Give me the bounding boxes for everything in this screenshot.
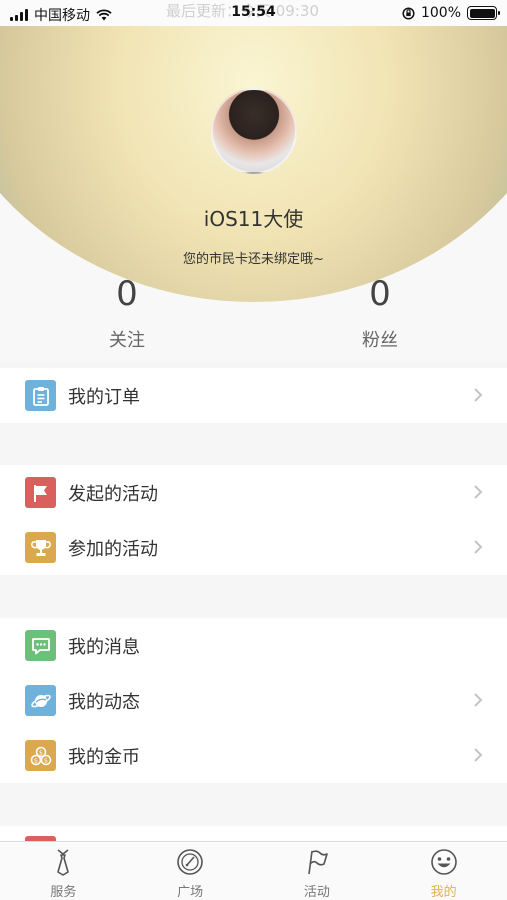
follow-stat[interactable]: 0 关注 <box>57 272 197 352</box>
chevron-right-icon <box>474 388 483 402</box>
smiley-icon <box>430 849 457 875</box>
svg-text:$: $ <box>33 756 37 764</box>
menu-label-launched: 发起的活动 <box>68 483 158 505</box>
battery-percent: 100% <box>420 5 461 21</box>
planet-icon <box>25 685 56 716</box>
tab-label-mine: 我的 <box>430 885 457 900</box>
tab-square[interactable]: 广场 <box>127 842 254 900</box>
trophy-icon <box>25 532 56 563</box>
menu-item-feed[interactable]: 我的动态 <box>0 673 507 728</box>
menu-item-launched-activities[interactable]: 发起的活动 <box>0 465 507 520</box>
fans-count: 0 <box>369 274 391 314</box>
menu-label-orders: 我的订单 <box>68 386 140 408</box>
orientation-lock-icon <box>402 6 415 20</box>
tab-mine[interactable]: 我的 <box>380 842 507 900</box>
menu-label-feed: 我的动态 <box>68 691 140 713</box>
menu-group-personal: 我的消息 我的动态 $ $ $ 我的金币 <box>0 618 507 783</box>
status-right: 100% <box>402 5 500 21</box>
menu-item-joined-activities[interactable]: 参加的活动 <box>0 520 507 575</box>
coins-icon: $ $ $ <box>25 740 56 771</box>
tie-icon <box>57 849 70 876</box>
menu-item-coins[interactable]: $ $ $ 我的金币 <box>0 728 507 783</box>
clipboard-icon <box>25 380 56 411</box>
status-bar: 中国移动 最后更新：今天 09:30 15:54 100% <box>0 0 507 26</box>
menu-label-joined: 参加的活动 <box>68 538 158 560</box>
menu-group-orders: 我的订单 <box>0 368 507 423</box>
svg-text:$: $ <box>43 756 47 764</box>
tab-label-square: 广场 <box>177 885 204 900</box>
tab-activity[interactable]: 活动 <box>254 842 381 900</box>
avatar[interactable] <box>211 88 297 174</box>
fans-stat[interactable]: 0 粉丝 <box>310 272 450 352</box>
profile-header: iOS11大使 您的市民卡还未绑定哦~ 0 关注 0 粉丝 <box>0 26 507 362</box>
chevron-right-icon <box>474 693 483 707</box>
follow-count: 0 <box>116 274 138 314</box>
compass-icon <box>177 849 203 875</box>
menu-item-messages[interactable]: 我的消息 <box>0 618 507 673</box>
username: iOS11大使 <box>203 207 304 231</box>
flag-outline-icon <box>308 850 328 875</box>
menu-label-messages: 我的消息 <box>68 636 140 658</box>
follow-label: 关注 <box>109 330 145 351</box>
chevron-right-icon <box>474 485 483 499</box>
svg-text:$: $ <box>38 748 42 756</box>
message-icon <box>25 630 56 661</box>
menu-label-coins: 我的金币 <box>68 746 140 768</box>
battery-icon <box>467 6 500 20</box>
flag-icon <box>25 477 56 508</box>
menu-item-orders[interactable]: 我的订单 <box>0 368 507 423</box>
tab-label-activity: 活动 <box>303 885 330 900</box>
chevron-right-icon <box>474 540 483 554</box>
chevron-right-icon <box>474 748 483 762</box>
tab-service[interactable]: 服务 <box>0 842 127 900</box>
fans-label: 粉丝 <box>362 330 398 351</box>
menu-group-activities: 发起的活动 参加的活动 <box>0 465 507 575</box>
tab-bar: 服务 广场 活动 我的 <box>0 841 507 900</box>
card-bind-hint[interactable]: 您的市民卡还未绑定哦~ <box>0 248 507 267</box>
tab-label-service: 服务 <box>50 885 77 900</box>
